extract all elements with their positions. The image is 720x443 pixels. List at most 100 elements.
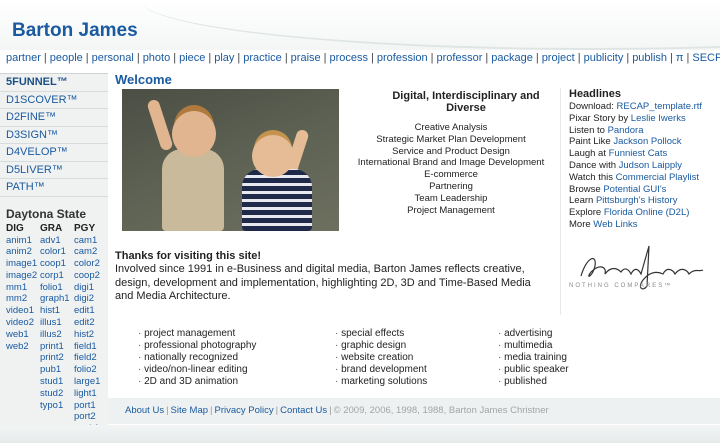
course-link[interactable]: stud1 [40,376,74,388]
nav-link[interactable]: partner [6,52,41,64]
nav-link[interactable]: personal [92,52,134,64]
headline-link[interactable]: Web Links [593,219,637,230]
nav-link[interactable]: professor [437,52,483,64]
course-link[interactable]: folio2 [74,364,108,376]
course-link[interactable]: corp1 [40,270,74,282]
headline-link[interactable]: Pandora [608,125,644,136]
course-link[interactable]: mm2 [6,293,40,305]
headline-link[interactable]: RECAP_template.rtf [617,101,703,112]
sidebar-menu-item[interactable]: D5LIVER™ [0,162,108,179]
nav-link[interactable]: publicity [584,52,624,64]
nav-link[interactable]: profession [377,52,428,64]
sidebar-menu-item[interactable]: PATH™ [0,179,108,197]
capability-item: professional photography [138,340,256,352]
footer-link[interactable]: Site Map [171,405,209,416]
course-link[interactable]: print2 [40,352,74,364]
course-link[interactable]: anim2 [6,246,40,258]
course-column: GRA adv1 color1 coop1 corp1 folio1 graph1 hist1… [40,223,74,443]
course-link[interactable]: graph1 [40,293,74,305]
course-link[interactable]: folio1 [40,282,74,294]
course-link[interactable]: adv1 [40,235,74,247]
sidebar-menu-item[interactable]: 5FUNNEL™ [0,74,108,92]
headline-item: Watch this Commercial Playlist [569,172,718,184]
course-link[interactable]: pub1 [40,364,74,376]
course-link[interactable]: large1 [74,376,108,388]
site-title[interactable]: Barton James [12,20,138,42]
sidebar-menu-item[interactable]: D1SCOVER™ [0,92,108,109]
nav-link[interactable]: play [214,52,234,64]
nav-separator: | [323,52,327,64]
headline-text: Listen to [569,124,608,136]
course-link[interactable]: digi2 [74,293,108,305]
course-link[interactable]: color2 [74,258,108,270]
course-column: PGY cam1 cam2 color2 coop2 digi1 digi2 edit1 edi… [74,223,108,443]
course-link[interactable]: port1 [74,400,108,412]
course-link[interactable]: hist2 [74,329,108,341]
headline-link[interactable]: Judson Laipply [619,160,682,171]
course-column-header: GRA [40,222,63,234]
nav-link[interactable]: photo [143,52,171,64]
headline-link[interactable]: Florida Online (D2L) [604,207,690,218]
course-link[interactable]: field1 [74,341,108,353]
headline-item: Laugh at Funniest Cats [569,148,718,160]
service-item: International Brand and Image Developmen… [357,157,545,169]
course-link[interactable]: video1 [6,305,40,317]
course-link[interactable]: image1 [6,258,40,270]
course-link[interactable]: color1 [40,246,74,258]
course-link[interactable]: port2 [74,411,108,423]
headline-link[interactable]: Leslie Iwerks [631,113,686,124]
course-link[interactable]: video2 [6,317,40,329]
course-link[interactable]: edit2 [74,317,108,329]
sidebar-menu-item[interactable]: D2FINE™ [0,109,108,127]
headline-link[interactable]: Funniest Cats [609,148,668,159]
course-link[interactable]: image2 [6,270,40,282]
photo-boy-left-head [172,111,216,157]
capability-item: public speaker [498,364,568,376]
course-link[interactable]: hist1 [40,305,74,317]
course-link[interactable]: web1 [6,329,40,341]
course-link[interactable]: digi1 [74,282,108,294]
nav-link[interactable]: people [50,52,83,64]
nav-link[interactable]: package [491,52,533,64]
nav-link[interactable]: SECPS [692,52,720,64]
course-link[interactable]: mm1 [6,282,40,294]
course-link[interactable]: web2 [6,341,40,353]
sidebar-menu-item[interactable]: D4VELOP™ [0,144,108,162]
course-link[interactable]: coop2 [74,270,108,282]
nav-link[interactable]: publish [632,52,667,64]
footer-link[interactable]: Privacy Policy [215,405,274,416]
course-link[interactable]: illus1 [40,317,74,329]
nav-link[interactable]: project [542,52,575,64]
nav-link[interactable]: practice [243,52,282,64]
footer-link[interactable]: About Us [125,405,164,416]
course-link[interactable]: stud2 [40,388,74,400]
course-link[interactable]: illus2 [40,329,74,341]
headline-link[interactable]: Jackson Pollock [613,136,681,147]
sidebar-menu-item[interactable]: D3SIGN™ [0,127,108,144]
course-link[interactable]: typo1 [40,400,74,412]
headline-link[interactable]: Commercial Playlist [616,172,699,183]
headline-item: Listen to Pandora [569,125,718,137]
headline-text: Laugh at [569,148,609,160]
course-link[interactable]: print1 [40,341,74,353]
course-link[interactable]: cam1 [74,235,108,247]
course-link[interactable]: anim1 [6,235,40,247]
course-link[interactable]: field2 [74,352,108,364]
nav-link[interactable]: process [330,52,369,64]
course-link[interactable]: edit1 [74,305,108,317]
headline-link[interactable]: Pittsburgh's History [596,195,678,206]
nav-link[interactable]: π [676,52,684,64]
course-link[interactable]: coop1 [40,258,74,270]
footer-link[interactable]: Contact Us [280,405,327,416]
capability-item: multimedia [498,340,569,352]
course-link[interactable]: light1 [74,388,108,400]
course-link[interactable]: cam2 [74,246,108,258]
capability-item: special effects [335,328,427,340]
footer-separator: | [275,405,279,416]
capability-item: nationally recognized [138,352,256,364]
copyright-text: © 2009, 2006, 1998, 1988, Barton James C… [333,405,549,416]
nav-link[interactable]: piece [179,52,205,64]
nav-separator: | [136,52,140,64]
headline-link[interactable]: Potential GUI's [603,184,666,195]
nav-link[interactable]: praise [291,52,321,64]
